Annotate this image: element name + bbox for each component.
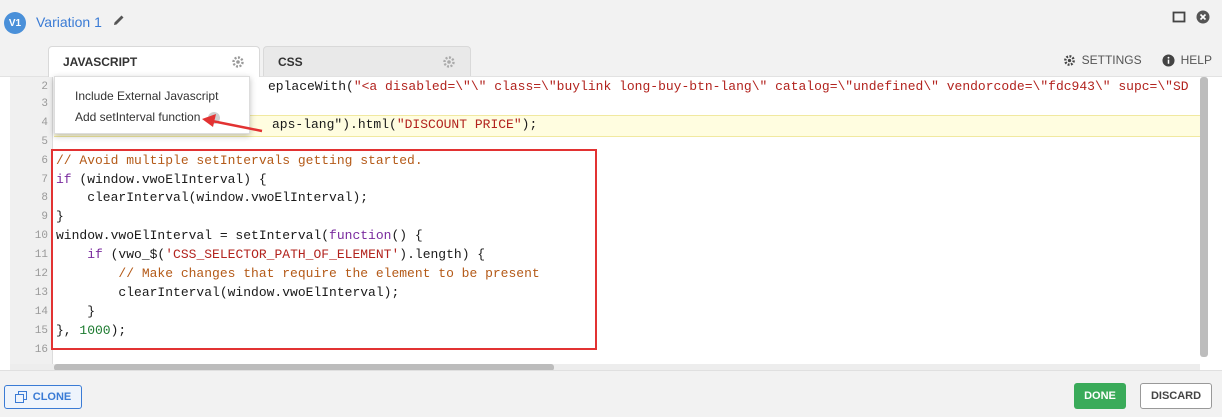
menu-item-label: Add setInterval function — [75, 110, 201, 124]
variation-badge: V1 — [4, 12, 26, 34]
tab-label: CSS — [278, 54, 303, 69]
menu-item-include-external-js[interactable]: Include External Javascript — [75, 89, 218, 103]
clone-label: CLONE — [32, 391, 72, 403]
menu-item-add-setinterval[interactable]: Add setInterval function i — [75, 110, 221, 124]
tab-css[interactable]: CSS — [263, 46, 471, 76]
line-number: 10 — [34, 230, 48, 242]
code-line-4: aps-lang").html("DISCOUNT PRICE"); — [272, 117, 538, 132]
clone-button[interactable]: CLONE — [4, 385, 82, 409]
editor-header: V1 Variation 1 — [0, 0, 1222, 46]
settings-label: SETTINGS — [1081, 53, 1142, 67]
vertical-scrollbar[interactable] — [1200, 77, 1208, 357]
info-icon — [1162, 53, 1175, 67]
line-number: 14 — [34, 306, 48, 318]
line-number: 7 — [41, 174, 48, 186]
editor-footer: CLONE DONE DISCARD — [0, 370, 1222, 417]
line-number: 15 — [34, 325, 48, 337]
line-number: 11 — [34, 249, 48, 261]
line-number: 12 — [34, 268, 48, 280]
line-gutter: 2 3 4 5 6 7 8 9 10 11 12 13 14 15 16 — [10, 77, 53, 364]
line-number: 9 — [41, 211, 48, 223]
info-icon[interactable]: i — [208, 111, 221, 124]
tab-label: JAVASCRIPT — [63, 55, 138, 69]
settings-link[interactable]: SETTINGS — [1063, 53, 1142, 67]
variation-name[interactable]: Variation 1 — [36, 14, 102, 30]
gear-icon[interactable] — [231, 55, 245, 72]
copy-icon — [14, 391, 27, 403]
line-number: 6 — [41, 155, 48, 167]
help-label: HELP — [1180, 53, 1212, 67]
tab-javascript[interactable]: JAVASCRIPT — [48, 46, 260, 77]
line-number: 4 — [41, 117, 48, 129]
pencil-icon[interactable] — [112, 13, 126, 32]
done-button[interactable]: DONE — [1074, 383, 1126, 409]
code-line-2: eplaceWith("<a disabled=\"\" class=\"buy… — [268, 79, 1189, 94]
line-number: 3 — [41, 98, 48, 110]
discard-button[interactable]: DISCARD — [1140, 383, 1212, 409]
close-icon[interactable] — [1196, 10, 1210, 29]
maximize-icon[interactable] — [1172, 10, 1186, 29]
javascript-options-menu: Include External Javascript Add setInter… — [54, 76, 250, 134]
line-number: 5 — [41, 136, 48, 148]
line-number: 8 — [41, 192, 48, 204]
gear-icon[interactable] — [442, 55, 456, 72]
tab-bar: JAVASCRIPT CSS SETTINGS HELP — [0, 46, 1222, 77]
line-number: 2 — [41, 81, 48, 93]
gear-icon — [1063, 54, 1075, 66]
line-number: 13 — [34, 287, 48, 299]
annotation-highlight-box — [51, 149, 597, 350]
help-link[interactable]: HELP — [1162, 53, 1212, 67]
line-number: 16 — [34, 344, 48, 356]
